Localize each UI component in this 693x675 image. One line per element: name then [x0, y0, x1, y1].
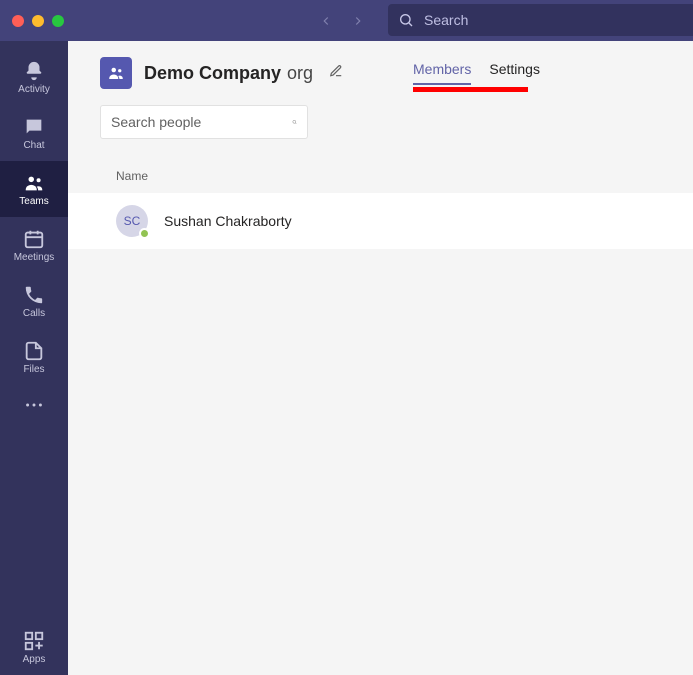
history-navigation: [316, 11, 368, 31]
app-sidebar: Activity Chat Teams Meetings Calls Files: [0, 41, 68, 675]
rename-team-button[interactable]: [325, 60, 347, 87]
highlight-annotation: [413, 87, 528, 92]
members-table-header: Name: [68, 159, 693, 193]
sidebar-item-apps[interactable]: Apps: [0, 619, 68, 675]
maximize-window-button[interactable]: [52, 15, 64, 27]
back-button[interactable]: [316, 11, 336, 31]
sidebar-item-files[interactable]: Files: [0, 329, 68, 385]
window-controls: [12, 15, 64, 27]
search-icon: [292, 114, 297, 130]
more-icon: [23, 394, 45, 416]
members-toolbar: [68, 99, 693, 139]
team-name-bold: Demo Company: [144, 63, 281, 84]
team-name-suffix: org: [287, 63, 313, 84]
sidebar-label: Calls: [23, 308, 45, 319]
chat-icon: [23, 116, 45, 138]
calendar-icon: [23, 228, 45, 250]
sidebar-item-activity[interactable]: Activity: [0, 49, 68, 105]
member-avatar: SC: [116, 205, 148, 237]
tab-members[interactable]: Members: [413, 55, 471, 87]
tab-settings[interactable]: Settings: [489, 55, 540, 87]
sidebar-item-teams[interactable]: Teams: [0, 161, 68, 217]
teams-icon: [23, 172, 45, 194]
column-header-name: Name: [116, 169, 148, 183]
team-tabs: Members Settings: [413, 55, 540, 87]
sidebar-label: Meetings: [14, 252, 55, 263]
sidebar-label: Chat: [23, 140, 44, 151]
team-header: Demo Company org Members Settings: [68, 41, 693, 99]
sidebar-label: Teams: [19, 196, 48, 207]
apps-icon: [23, 630, 45, 652]
close-window-button[interactable]: [12, 15, 24, 27]
sidebar-item-meetings[interactable]: Meetings: [0, 217, 68, 273]
people-search-input[interactable]: [111, 114, 292, 130]
sidebar-item-calls[interactable]: Calls: [0, 273, 68, 329]
title-bar: [0, 0, 693, 41]
member-row[interactable]: SC Sushan Chakraborty: [68, 193, 693, 249]
team-avatar-icon: [100, 57, 132, 89]
forward-button[interactable]: [348, 11, 368, 31]
bell-icon: [23, 60, 45, 82]
file-icon: [23, 340, 45, 362]
presence-available-icon: [139, 228, 150, 239]
member-name: Sushan Chakraborty: [164, 213, 292, 229]
search-icon: [398, 12, 414, 28]
sidebar-label: Apps: [23, 654, 46, 665]
minimize-window-button[interactable]: [32, 15, 44, 27]
sidebar-item-chat[interactable]: Chat: [0, 105, 68, 161]
sidebar-item-more[interactable]: [0, 385, 68, 425]
sidebar-label: Files: [23, 364, 44, 375]
team-title: Demo Company org: [144, 63, 313, 84]
people-search[interactable]: [100, 105, 308, 139]
phone-icon: [23, 284, 45, 306]
main-content: Demo Company org Members Settings Name: [68, 41, 693, 675]
global-search-input[interactable]: [424, 12, 683, 28]
sidebar-label: Activity: [18, 84, 50, 95]
pencil-icon: [329, 64, 343, 78]
global-search[interactable]: [388, 4, 693, 36]
